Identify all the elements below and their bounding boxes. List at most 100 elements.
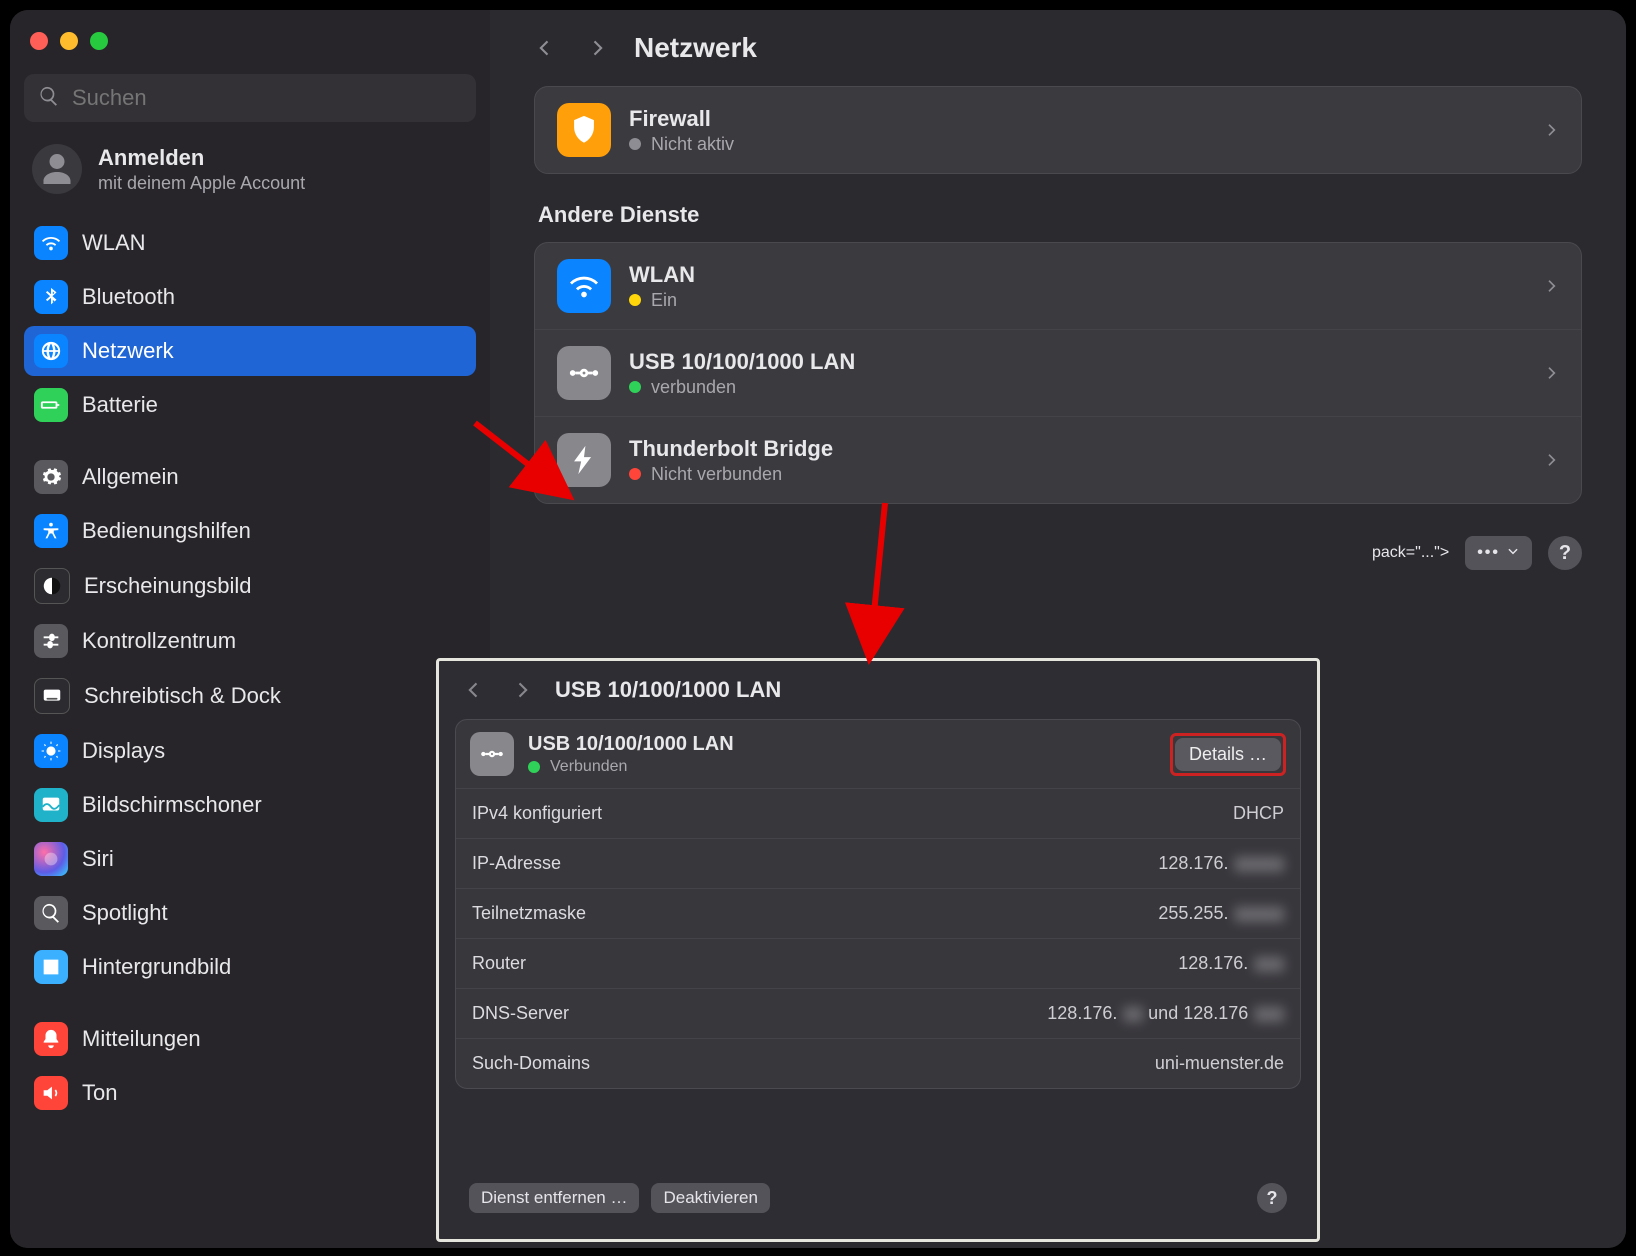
other-services-list: WLAN Ein USB 10/100/1000 L [534,242,1582,504]
detail-back-button[interactable] [459,675,489,705]
globe-icon [34,334,68,368]
sidebar-item-label: Bluetooth [82,284,175,310]
maximize-window-button[interactable] [90,32,108,50]
sidebar-item-label: Spotlight [82,900,168,926]
sidebar-item-general[interactable]: Allgemein [24,452,476,502]
firewall-icon [557,103,611,157]
sidebar-item-label: Bedienungshilfen [82,518,251,544]
ethernet-icon [557,346,611,400]
close-window-button[interactable] [30,32,48,50]
help-button[interactable]: ? [1548,536,1582,570]
status-dot-icon [629,294,641,306]
sidebar-item-displays[interactable]: Displays [24,726,476,776]
brightness-icon [34,734,68,768]
main-footer: pack="..."> ••• ? [534,536,1582,570]
wifi-icon [557,259,611,313]
firewall-title: Firewall [629,106,1525,132]
service-row-usb-lan[interactable]: USB 10/100/1000 LAN verbunden [535,329,1581,416]
sidebar-item-label: Kontrollzentrum [82,628,236,654]
service-row-thunderbolt[interactable]: Thunderbolt Bridge Nicht verbunden [535,416,1581,503]
section-other-services: Andere Dienste [538,202,1582,228]
sidebar-item-appearance[interactable]: Erscheinungsbild [24,560,476,612]
bluetooth-icon [34,280,68,314]
deactivate-button[interactable]: Deaktivieren [651,1183,770,1213]
wallpaper-icon [34,950,68,984]
sidebar-item-network[interactable]: Netzwerk [24,326,476,376]
sidebar-item-label: Allgemein [82,464,179,490]
sidebar-item-label: Siri [82,846,114,872]
sidebar-item-desktop-dock[interactable]: Schreibtisch & Dock [24,670,476,722]
sidebar-item-screensaver[interactable]: Bildschirmschoner [24,780,476,830]
sidebar-item-bluetooth[interactable]: Bluetooth [24,272,476,322]
detail-service-title: USB 10/100/1000 LAN [528,733,1156,756]
wifi-icon [34,226,68,260]
detail-service-status: Verbunden [550,758,627,776]
kv-row: Teilnetzmaske255.255.▮▮▮▮▮ [456,888,1300,938]
service-status: Ein [651,290,677,311]
details-button[interactable]: Details … [1175,738,1281,771]
status-dot-icon [629,138,641,150]
search-field[interactable] [24,74,476,122]
firewall-status: Nicht aktiv [651,134,734,155]
forward-button[interactable] [582,33,612,63]
sidebar-item-label: Netzwerk [82,338,174,364]
sidebar-item-wallpaper[interactable]: Hintergrundbild [24,942,476,992]
chevron-right-icon [1543,274,1559,298]
service-title: WLAN [629,262,1525,288]
kv-row: Such-Domainsuni-muenster.de [456,1038,1300,1088]
chevron-right-icon [1543,448,1559,472]
more-actions-button[interactable]: ••• [1465,536,1532,570]
details-button-highlight: Details … [1170,733,1286,776]
service-title: Thunderbolt Bridge [629,436,1525,462]
sidebar-item-siri[interactable]: Siri [24,834,476,884]
sidebar-item-label: WLAN [82,230,146,256]
sidebar: Anmelden mit deinem Apple Account WLAN B… [10,10,490,1248]
detail-help-button[interactable]: ? [1257,1183,1287,1213]
avatar [32,144,82,194]
sound-icon [34,1076,68,1110]
gear-icon [34,460,68,494]
sidebar-item-accessibility[interactable]: Bedienungshilfen [24,506,476,556]
screensaver-icon [34,788,68,822]
chevron-right-icon [1543,361,1559,385]
sidebar-item-label: Bildschirmschoner [82,792,262,818]
sliders-icon [34,624,68,658]
search-input[interactable] [70,84,462,112]
service-status: Nicht verbunden [651,464,782,485]
sidebar-item-label: Hintergrundbild [82,954,231,980]
siri-icon [34,842,68,876]
window-controls [24,28,476,56]
sidebar-item-label: Mitteilungen [82,1026,201,1052]
sidebar-item-label: Schreibtisch & Dock [84,683,281,709]
service-title: USB 10/100/1000 LAN [629,349,1525,375]
sidebar-item-sound[interactable]: Ton [24,1068,476,1118]
battery-icon [34,388,68,422]
status-dot-icon [629,381,641,393]
sidebar-item-label: Batterie [82,392,158,418]
page-title: Netzwerk [634,32,757,64]
bell-icon [34,1022,68,1056]
service-row-wlan[interactable]: WLAN Ein [535,243,1581,329]
minimize-window-button[interactable] [60,32,78,50]
account-subtitle: mit deinem Apple Account [98,173,305,194]
status-dot-icon [528,761,540,773]
detail-header-row: USB 10/100/1000 LAN Verbunden Details … [456,720,1300,788]
kv-row: DNS-Server128.176.▮▮ und 128.176▮▮▮ [456,988,1300,1038]
sidebar-item-battery[interactable]: Batterie [24,380,476,430]
service-status: verbunden [651,377,736,398]
status-dot-icon [629,468,641,480]
search-icon [34,896,68,930]
remove-service-button[interactable]: Dienst entfernen … [469,1183,639,1213]
ethernet-icon [470,732,514,776]
firewall-row[interactable]: Firewall Nicht aktiv [534,86,1582,174]
sidebar-nav: WLAN Bluetooth Netzwerk Batterie [24,218,476,1118]
sidebar-item-notifications[interactable]: Mitteilungen [24,1014,476,1064]
sidebar-item-wlan[interactable]: WLAN [24,218,476,268]
sidebar-item-control-center[interactable]: Kontrollzentrum [24,616,476,666]
sidebar-item-spotlight[interactable]: Spotlight [24,888,476,938]
ellipsis-icon: ••• [1477,544,1500,562]
chevron-down-icon [1506,544,1520,563]
account-sign-in[interactable]: Anmelden mit deinem Apple Account [24,134,476,200]
detail-forward-button[interactable] [507,675,537,705]
back-button[interactable] [530,33,560,63]
